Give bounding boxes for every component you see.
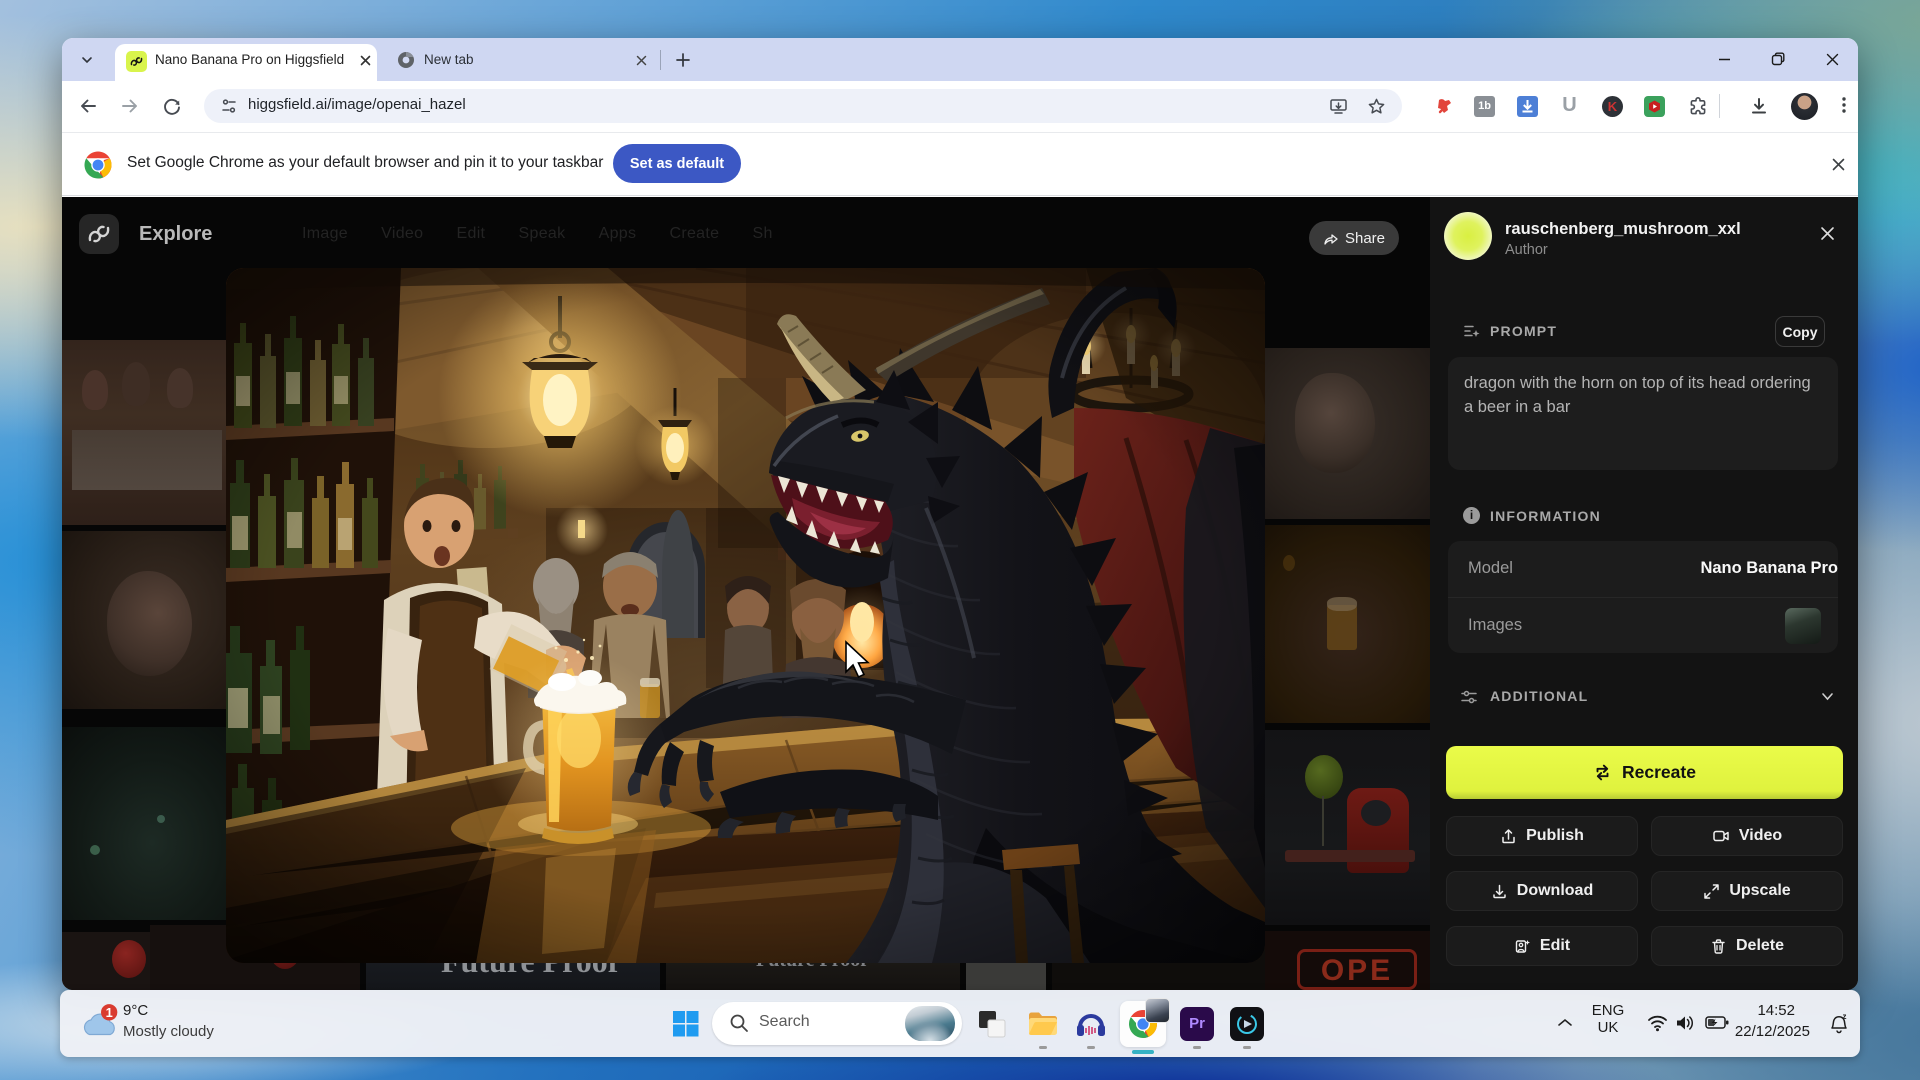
svg-text:1: 1 xyxy=(106,1005,113,1020)
svg-text:z: z xyxy=(1843,1012,1847,1021)
